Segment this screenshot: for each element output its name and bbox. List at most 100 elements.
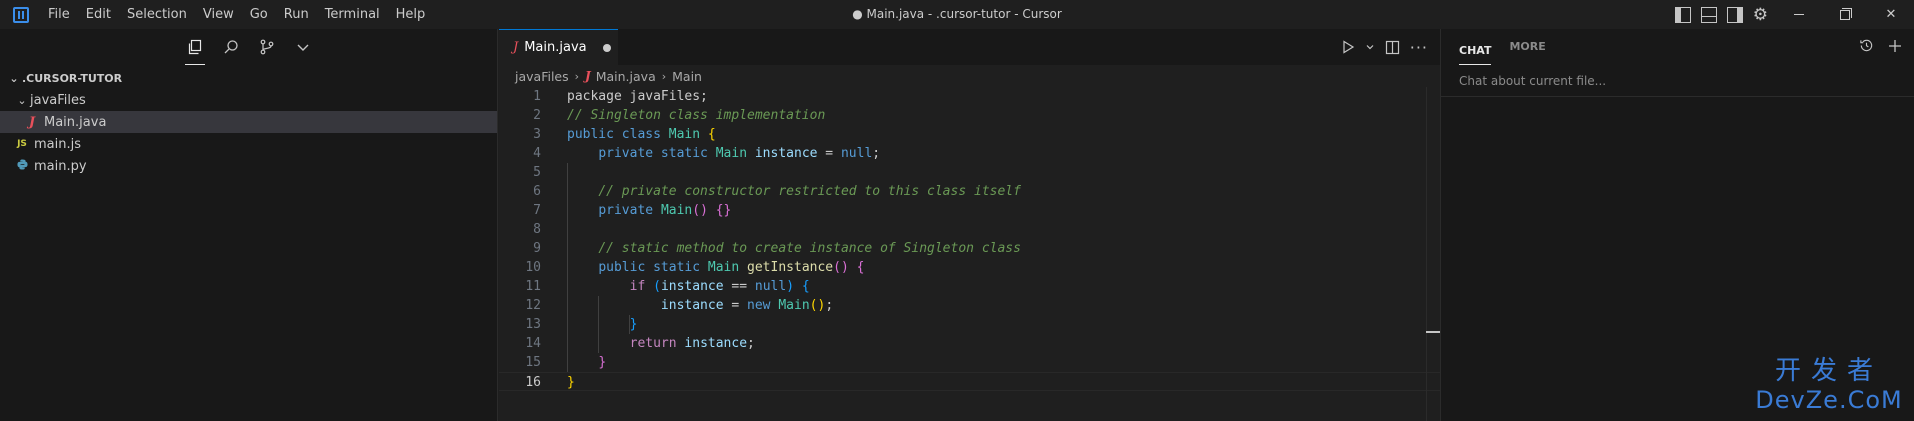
toggle-panel-icon[interactable] (1700, 6, 1717, 23)
code-line: 2 // Singleton class implementation (499, 106, 1440, 125)
line-number: 1 (533, 89, 541, 104)
editor-group: J Main.java ··· javaFiles › J Main.java … (499, 29, 1440, 421)
search-icon[interactable] (219, 35, 243, 59)
settings-gear-icon[interactable]: ⚙ (1753, 5, 1768, 25)
code-line: 4 private static Main instance = null; (499, 144, 1440, 163)
code-line: 13 } (499, 315, 1440, 334)
menu-help[interactable]: Help (388, 0, 434, 29)
code-line: 9 // static method to create instance of… (499, 239, 1440, 258)
minimize-button[interactable] (1776, 0, 1822, 29)
chat-header: CHAT MORE (1441, 29, 1914, 65)
line-number: 4 (533, 146, 541, 161)
code-text: instance = new Main(); (660, 298, 834, 313)
tree-item-label: main.py (34, 158, 87, 174)
split-editor-icon[interactable] (1385, 40, 1400, 55)
code-line: 14 return instance; (499, 334, 1440, 353)
code-editor[interactable]: 1 package javaFiles; 2 // Singleton class … (499, 87, 1440, 391)
code-line: 5 (499, 163, 1440, 182)
breadcrumb-file[interactable]: Main.java (596, 69, 656, 84)
close-icon: ✕ (1885, 7, 1897, 22)
java-file-icon: J (513, 40, 519, 55)
chat-input[interactable] (1459, 73, 1899, 88)
tab-more[interactable]: MORE (1509, 29, 1545, 65)
menu-terminal[interactable]: Terminal (317, 0, 388, 29)
menu-view[interactable]: View (195, 0, 242, 29)
js-file-icon: JS (17, 139, 27, 149)
editor-actions: ··· (1341, 29, 1428, 65)
code-text: // private constructor restricted to thi… (598, 184, 1021, 199)
tab-main-java[interactable]: J Main.java (499, 29, 618, 65)
line-number: 15 (525, 355, 541, 370)
menu-go[interactable]: Go (242, 0, 276, 29)
vertical-scrollbar[interactable] (1426, 87, 1440, 421)
menu-edit[interactable]: Edit (78, 0, 119, 29)
tree-item-javafiles[interactable]: ⌄ javaFiles (0, 89, 497, 111)
menu-run[interactable]: Run (276, 0, 317, 29)
chevron-down-icon[interactable] (291, 35, 315, 59)
unsaved-dot-icon[interactable] (602, 43, 611, 52)
close-button[interactable]: ✕ (1868, 0, 1914, 29)
code-line: 12 instance = new Main(); (499, 296, 1440, 315)
java-file-icon: J (585, 69, 591, 83)
line-number: 13 (525, 317, 541, 332)
code-line-current: 16} (499, 372, 1440, 391)
minimize-icon (1794, 14, 1804, 15)
chat-panel: CHAT MORE (1440, 29, 1914, 421)
tree-item-main-java[interactable]: J Main.java (0, 111, 497, 133)
indent-guide (567, 163, 568, 372)
window-controls: ⚙ ✕ (1670, 0, 1914, 29)
line-number: 5 (533, 165, 541, 180)
explorer-sidebar: ⌄ .CURSOR-TUTOR ⌄ javaFiles J Main.java … (0, 29, 498, 421)
menu-selection[interactable]: Selection (119, 0, 195, 29)
source-control-icon[interactable] (255, 35, 279, 59)
new-chat-plus-icon[interactable] (1888, 38, 1902, 57)
indent-guide (598, 296, 599, 353)
menu-file[interactable]: File (40, 0, 78, 29)
tab-label: Main.java (524, 40, 587, 55)
run-icon[interactable] (1341, 40, 1355, 54)
explorer-files-icon[interactable] (183, 35, 207, 65)
history-icon[interactable] (1859, 38, 1874, 57)
tab-chat[interactable]: CHAT (1459, 37, 1492, 65)
line-number: 8 (533, 222, 541, 237)
sidebar-toolbar (0, 29, 497, 65)
run-dropdown-chevron-icon[interactable] (1365, 42, 1375, 52)
line-number: 3 (533, 127, 541, 142)
line-number: 14 (525, 336, 541, 351)
chat-input-container (1441, 65, 1914, 97)
chevron-down-icon: ⌄ (9, 71, 19, 85)
line-number: 12 (525, 298, 541, 313)
tree-item-main-py[interactable]: main.py (0, 155, 497, 177)
tree-item-label: Main.java (44, 114, 107, 130)
workspace-root-label: .CURSOR-TUTOR (22, 71, 123, 85)
code-text: private static Main instance = null; (598, 146, 881, 161)
toggle-primary-sidebar-icon[interactable] (1674, 6, 1691, 23)
tree-item-main-js[interactable]: JS main.js (0, 133, 497, 155)
workspace-root[interactable]: ⌄ .CURSOR-TUTOR (0, 67, 497, 89)
tree-item-label: main.js (34, 136, 81, 152)
code-text: } (598, 355, 607, 370)
java-file-icon: J (28, 114, 36, 130)
title-bar: File Edit Selection View Go Run Terminal… (0, 0, 1914, 29)
file-tree: ⌄ .CURSOR-TUTOR ⌄ javaFiles J Main.java … (0, 67, 497, 177)
line-number: 10 (525, 260, 541, 275)
breadcrumb: javaFiles › J Main.java › Main (499, 65, 1440, 87)
code-text: if (instance == null) { (629, 279, 810, 294)
line-number: 9 (533, 241, 541, 256)
toggle-secondary-sidebar-icon[interactable] (1726, 6, 1743, 23)
breadcrumb-folder[interactable]: javaFiles (515, 69, 569, 84)
code-text: public class Main { (567, 127, 716, 142)
code-line: 10 public static Main getInstance() { (499, 258, 1440, 277)
code-text: } (567, 375, 575, 390)
code-line: 15 } (499, 353, 1440, 372)
more-actions-icon[interactable]: ··· (1410, 38, 1428, 57)
line-number: 7 (533, 203, 541, 218)
code-text: // static method to create instance of S… (598, 241, 1021, 256)
code-line: 7 private Main() {} (499, 201, 1440, 220)
code-line: 11 if (instance == null) { (499, 277, 1440, 296)
restore-button[interactable] (1822, 0, 1868, 29)
code-text: private Main() {} (598, 203, 732, 218)
breadcrumb-symbol[interactable]: Main (672, 69, 702, 84)
